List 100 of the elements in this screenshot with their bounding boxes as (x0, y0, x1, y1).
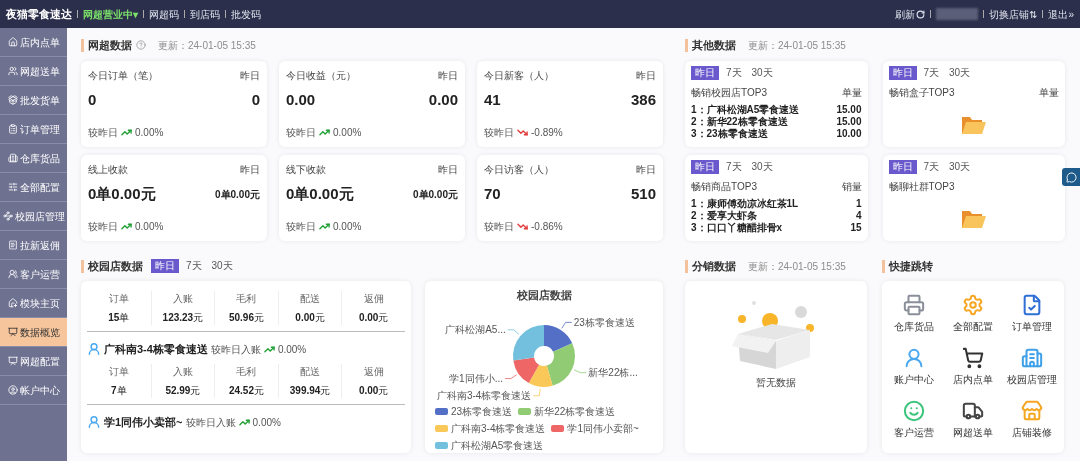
ranking-value: 15 (850, 222, 862, 234)
code-link[interactable]: 批发码 (231, 6, 261, 22)
shortcut-item[interactable]: 仓库货品 (884, 287, 944, 341)
stat-title: 今日收益（元） (286, 69, 356, 83)
leader-line (561, 321, 573, 329)
code-link[interactable]: 到店码 (190, 6, 220, 22)
yesterday-label: 昨日 (438, 163, 458, 177)
leader-line (573, 368, 587, 373)
section-title: 快捷跳转 (889, 258, 933, 274)
stat-title: 今日新客（人） (484, 69, 554, 83)
change-percent: -0.86% (531, 220, 563, 234)
package-icon (7, 95, 18, 105)
stat-label: 配送 (300, 365, 321, 379)
stat-value: 7单 (111, 384, 127, 398)
legend-label: 23栋零食速送 (451, 404, 513, 419)
period-tab[interactable]: 30天 (208, 259, 236, 273)
shortcut-item[interactable]: 网超送单 (943, 393, 1003, 447)
period-tab[interactable]: 7天 (920, 160, 943, 174)
period-tab[interactable]: 30天 (748, 66, 776, 80)
users-icon (7, 269, 18, 279)
period-tab[interactable]: 7天 (723, 66, 745, 80)
cart-icon (962, 347, 984, 369)
leader-line (507, 328, 520, 335)
stat-title: 线上收款 (88, 163, 128, 177)
ranking-item: 2：爱享大虾条 (691, 210, 757, 222)
ranking-title: 畅聊社群TOP3 (888, 180, 955, 194)
shortcut-item[interactable]: 客户运营 (884, 393, 944, 447)
brand-name: 夜猫零食速达 (6, 6, 72, 22)
logout-link[interactable]: 退出» (1048, 6, 1074, 22)
printer-icon (902, 293, 925, 316)
ranking-item: 3：23栋零食速送 (691, 128, 768, 140)
legend-label: 广科松湖A5零食速送 (451, 438, 544, 453)
period-tab[interactable]: 昨日 (691, 66, 719, 80)
house-icon (7, 37, 18, 47)
compare-label: 较昨日 (286, 126, 316, 140)
period-tab[interactable]: 30天 (946, 66, 974, 80)
column-header: 单量 (841, 86, 862, 100)
period-tab[interactable]: 昨日 (691, 160, 719, 174)
chart-title: 校园店数据 (516, 288, 572, 303)
shortcut-item[interactable]: 店内点单 (943, 340, 1003, 394)
shortcut-item[interactable]: 账户中心 (884, 340, 944, 394)
switch-store-link[interactable]: 切换店铺⇅ (989, 6, 1038, 22)
chat-icon (1065, 171, 1077, 183)
change-percent: 0.00% (277, 342, 307, 357)
ranking-value: 10.00 (836, 128, 862, 140)
slice-label: 23栋零食速送 (573, 316, 635, 328)
leader-line (504, 373, 518, 379)
change-percent: 0.00% (252, 415, 281, 430)
leader-line (532, 387, 541, 396)
shortcut-item[interactable]: 订单管理 (1002, 287, 1062, 341)
period-tab[interactable]: 昨日 (888, 66, 917, 80)
stat-value: 399.94元 (289, 384, 331, 398)
period-tab[interactable]: 7天 (723, 160, 745, 174)
ranking-title: 畅销盒子TOP3 (888, 86, 955, 100)
stat-title: 今日订单（笔） (88, 69, 158, 83)
buildings-icon (1021, 347, 1044, 369)
compare-label: 较昨日 (88, 126, 118, 140)
update-time: 更新：24-01-05 15:35 (158, 38, 256, 53)
column-header: 销量 (841, 180, 862, 194)
period-tab[interactable]: 30天 (748, 160, 776, 174)
legend-label: 新华22栋零食速送 (534, 404, 616, 419)
yesterday-value: 0单0.00元 (214, 187, 260, 202)
people-icon (7, 66, 18, 76)
yesterday-value: 0 (251, 90, 260, 110)
stat-label: 订单 (108, 292, 129, 306)
period-tab[interactable]: 7天 (183, 259, 205, 273)
change-percent: -0.89% (531, 126, 563, 140)
stat-value: 70 (484, 184, 501, 204)
ranking-item: 2：新华22栋零食速送 (691, 116, 788, 128)
stat-value: 50.96元 (228, 311, 264, 325)
shortcut-item[interactable]: 店铺装修 (1002, 393, 1062, 447)
period-tab[interactable]: 7天 (920, 66, 943, 80)
chat-button[interactable] (1062, 168, 1080, 186)
refresh-button[interactable]: 刷新 (895, 6, 926, 22)
sidebar-item[interactable]: 数据概览 (0, 318, 67, 347)
stat-label: 返佣 (363, 292, 384, 306)
period-tab[interactable]: 昨日 (151, 259, 179, 273)
ranking-title: 畅销校园店TOP3 (691, 86, 767, 100)
stat-value: 0.00 (286, 90, 316, 110)
slice-label: 广科松湖A5... (445, 323, 506, 335)
ranking-item: 1：广科松湖A5零食速送 (691, 104, 800, 116)
legend-label: 广科南3-4栋零食速送 (451, 421, 546, 436)
shortcut-item[interactable]: 全部配置 (943, 287, 1003, 341)
settings-icon (962, 293, 984, 316)
code-link[interactable]: 网超码 (149, 6, 179, 22)
ranking-value: 1 (855, 198, 862, 210)
blurred-account (936, 8, 979, 20)
shortcut-item[interactable]: 校园店管理 (1002, 340, 1062, 394)
yesterday-label: 昨日 (240, 163, 260, 177)
board-icon (7, 327, 18, 337)
stat-label: 配送 (300, 292, 321, 306)
store-avatar-icon (87, 342, 101, 356)
yesterday-value: 510 (630, 184, 656, 204)
status-dropdown[interactable]: 网超营业中▾ (83, 6, 138, 22)
period-tab[interactable]: 昨日 (888, 160, 917, 174)
stat-value: 15单 (108, 311, 130, 325)
period-tab[interactable]: 30天 (946, 160, 974, 174)
stat-value: 24.52元 (228, 384, 264, 398)
store-name: 学1同伟小卖部~ (104, 414, 183, 430)
yesterday-value: 0单0.00元 (412, 187, 458, 202)
